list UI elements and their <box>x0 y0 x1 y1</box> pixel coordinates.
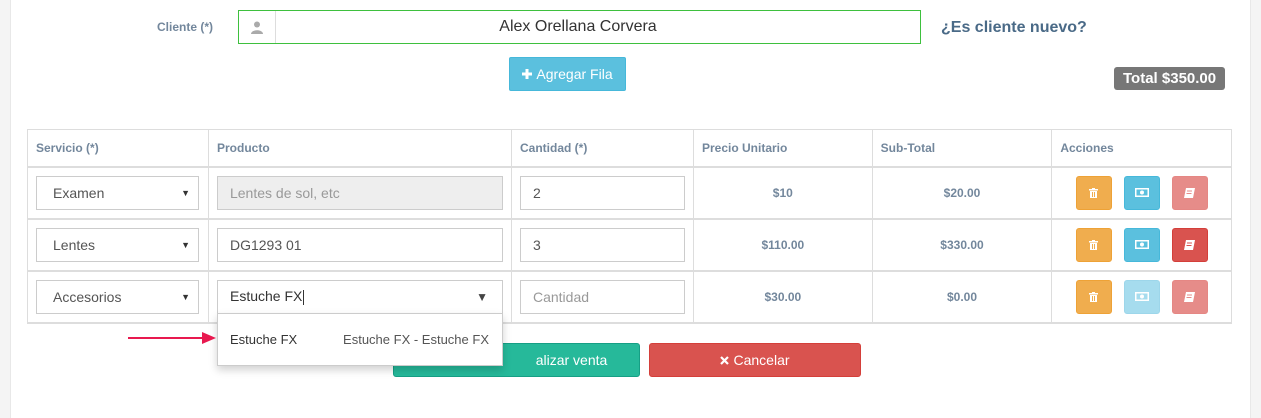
detail-button[interactable] <box>1171 175 1208 210</box>
service-select[interactable]: Lentes ▼ <box>36 227 199 262</box>
actions-cell <box>1051 218 1232 272</box>
money-icon <box>1134 240 1149 249</box>
option-name: Estuche FX <box>230 332 298 347</box>
caret-down-icon: ▼ <box>181 187 190 198</box>
detail-button[interactable] <box>1171 227 1208 262</box>
product-input[interactable]: DG1293 01 <box>216 227 503 262</box>
quantity-cell: Cantidad <box>510 270 694 324</box>
delete-button[interactable] <box>1075 279 1112 314</box>
header-subtotal: Sub-Total <box>871 129 1053 168</box>
table-row: Examen ▼ Lentes de sol, etc 2 $10 $20.00 <box>27 166 1232 220</box>
product-combobox[interactable]: Estuche FX ▼ <box>216 279 503 314</box>
sales-table: Servicio (*) Producto Cantidad (*) Preci… <box>27 129 1232 324</box>
product-cell: Lentes de sol, etc <box>207 166 512 220</box>
price-button[interactable] <box>1123 227 1160 262</box>
product-combobox-value: Estuche FX <box>229 288 305 305</box>
cancel-button[interactable]: Cancelar <box>649 343 861 377</box>
trash-icon <box>1089 187 1099 198</box>
service-cell: Examen ▼ <box>27 166 209 220</box>
option-detail: Estuche FX - Estuche FX <box>343 332 489 347</box>
quantity-cell: 3 <box>510 218 694 272</box>
trash-icon <box>1089 239 1099 250</box>
annotation-arrow-icon <box>128 332 216 344</box>
price-button[interactable] <box>1123 175 1160 210</box>
plus-icon <box>522 69 533 79</box>
product-dropdown-option[interactable]: Estuche FX Estuche FX - Estuche FX <box>217 313 503 366</box>
total-badge: Total $350.00 <box>1114 67 1226 90</box>
unit-price: $30.00 <box>692 270 873 324</box>
caret-down-icon: ▼ <box>181 239 190 250</box>
price-button[interactable] <box>1123 279 1160 314</box>
trash-icon <box>1089 291 1099 302</box>
service-cell: Lentes ▼ <box>27 218 209 272</box>
money-icon <box>1134 292 1149 301</box>
subtotal: $20.00 <box>871 166 1053 220</box>
service-cell: Accesorios ▼ <box>27 270 209 324</box>
service-select[interactable]: Accesorios ▼ <box>36 279 199 314</box>
client-field[interactable]: Alex Orellana Corvera <box>238 10 921 44</box>
quantity-input[interactable]: 3 <box>519 227 685 262</box>
delete-button[interactable] <box>1075 175 1112 210</box>
header-product: Producto <box>207 129 512 168</box>
add-row-button[interactable]: Agregar Fila <box>509 57 626 91</box>
book-icon <box>1184 291 1196 302</box>
service-value: Accesorios <box>53 288 122 305</box>
add-row-label: Agregar Fila <box>536 66 613 82</box>
header-quantity: Cantidad (*) <box>510 129 694 168</box>
unit-price: $110.00 <box>692 218 873 272</box>
book-icon <box>1184 239 1196 250</box>
service-value: Examen <box>53 184 105 201</box>
user-icon <box>239 11 276 43</box>
table-row: Accesorios ▼ Estuche FX ▼ Cantidad $30.0… <box>27 270 1232 324</box>
book-icon <box>1184 187 1196 198</box>
text-cursor <box>303 289 305 305</box>
service-select[interactable]: Examen ▼ <box>36 175 199 210</box>
subtotal: $0.00 <box>871 270 1053 324</box>
detail-button[interactable] <box>1171 279 1208 314</box>
close-icon <box>720 355 730 365</box>
table-header-row: Servicio (*) Producto Cantidad (*) Preci… <box>27 129 1232 168</box>
new-client-link[interactable]: ¿Es cliente nuevo? <box>941 19 1087 37</box>
actions-cell <box>1051 166 1232 220</box>
table-row: Lentes ▼ DG1293 01 3 $110.00 $330.00 <box>27 218 1232 272</box>
header-service: Servicio (*) <box>27 129 209 168</box>
unit-price: $10 <box>692 166 873 220</box>
service-value: Lentes <box>53 236 96 253</box>
client-name: Alex Orellana Corvera <box>499 18 657 35</box>
quantity-input[interactable]: 2 <box>519 175 685 210</box>
product-input[interactable]: Lentes de sol, etc <box>216 175 503 210</box>
money-icon <box>1134 188 1149 197</box>
client-label: Cliente (*) <box>157 20 214 34</box>
actions-cell <box>1051 270 1232 324</box>
subtotal: $330.00 <box>871 218 1053 272</box>
quantity-cell: 2 <box>510 166 694 220</box>
product-cell: DG1293 01 <box>207 218 512 272</box>
caret-down-icon[interactable]: ▼ <box>476 290 488 304</box>
header-unit-price: Precio Unitario <box>692 129 873 168</box>
cancel-label: Cancelar <box>733 352 790 368</box>
caret-down-icon: ▼ <box>181 291 190 302</box>
header-actions: Acciones <box>1051 129 1232 168</box>
quantity-input[interactable]: Cantidad <box>519 279 685 314</box>
delete-button[interactable] <box>1075 227 1112 262</box>
page: Cliente (*) Alex Orellana Corvera ¿Es cl… <box>0 0 1261 418</box>
